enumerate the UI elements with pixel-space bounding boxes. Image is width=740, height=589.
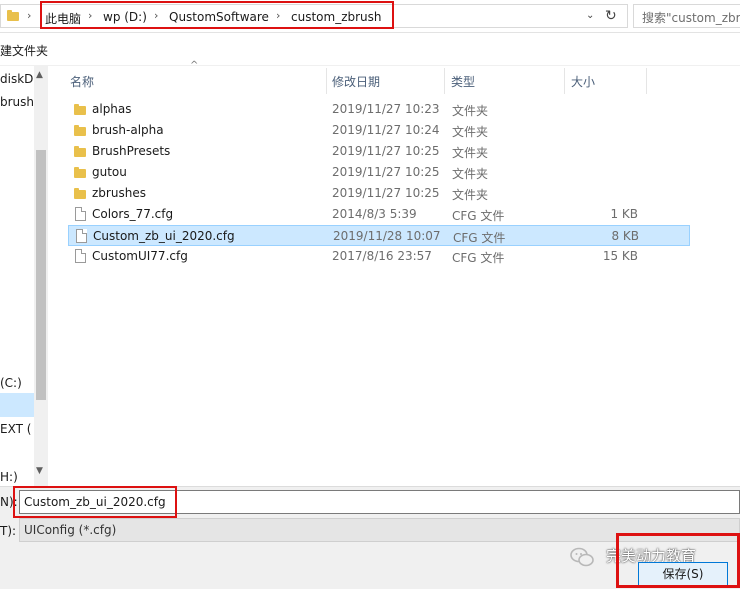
file-size: 8 KB xyxy=(611,229,639,243)
nav-scrollbar-thumb[interactable] xyxy=(36,150,46,400)
toolbar: 建文件夹 xyxy=(0,33,740,65)
folder-icon xyxy=(74,167,86,178)
folder-icon xyxy=(74,125,86,136)
file-row[interactable]: gutou 2019/11/27 10:25 文件夹 xyxy=(68,162,690,183)
file-row[interactable]: brush-alpha 2019/11/27 10:24 文件夹 xyxy=(68,120,690,141)
search-input[interactable]: 搜索"custom_zbrush" xyxy=(633,4,740,28)
filetype-label: T): xyxy=(0,524,17,538)
file-row[interactable]: CustomUI77.cfg 2017/8/16 23:57 CFG 文件 15 KB xyxy=(68,246,690,267)
folder-icon xyxy=(74,104,86,115)
file-row[interactable]: Colors_77.cfg 2014/8/3 5:39 CFG 文件 1 KB xyxy=(68,204,690,225)
file-size: 15 KB xyxy=(602,249,638,263)
column-header-size[interactable]: 大小 xyxy=(571,73,595,90)
file-type: 文件夹 xyxy=(452,167,489,181)
file-name: BrushPresets xyxy=(92,144,171,158)
file-type: 文件夹 xyxy=(452,188,489,202)
file-row[interactable]: Custom_zb_ui_2020.cfg 2019/11/28 10:07 CFG… xyxy=(68,225,690,246)
file-date: 2019/11/27 10:25 xyxy=(332,165,440,179)
sort-ascending-icon: ^ xyxy=(190,60,199,71)
navigation-pane: diskD brush (C:) EXT ( H:) xyxy=(0,66,34,486)
file-type: 文件夹 xyxy=(452,125,489,139)
column-divider[interactable] xyxy=(646,68,647,94)
file-row[interactable]: zbrushes 2019/11/27 10:25 文件夹 xyxy=(68,183,690,204)
file-icon xyxy=(75,249,86,263)
column-header-name[interactable]: 名称 xyxy=(70,73,94,90)
nav-item-diskd[interactable]: diskD xyxy=(0,72,33,86)
file-row[interactable]: alphas 2019/11/27 10:23 文件夹 xyxy=(68,99,690,120)
file-list: 名称 修改日期 类型 大小 alphas 2019/11/27 10:23 文件夹 b… xyxy=(48,66,740,486)
file-name: Custom_zb_ui_2020.cfg xyxy=(93,229,235,243)
column-header-date[interactable]: 修改日期 xyxy=(332,73,380,90)
chevron-right-icon: › xyxy=(27,9,32,22)
file-icon xyxy=(76,229,87,243)
file-date: 2019/11/27 10:23 xyxy=(332,102,440,116)
scroll-up-icon[interactable]: ▲ xyxy=(36,70,43,80)
nav-item-c-drive[interactable]: (C:) xyxy=(0,376,22,390)
chevron-down-icon[interactable]: ⌄ xyxy=(586,10,594,21)
file-date: 2019/11/27 10:25 xyxy=(332,144,440,158)
folder-icon xyxy=(74,188,86,199)
wechat-icon xyxy=(570,547,594,567)
filename-highlight-box xyxy=(13,486,177,518)
file-icon xyxy=(75,207,86,221)
file-date: 2019/11/27 10:25 xyxy=(332,186,440,200)
column-divider[interactable] xyxy=(326,68,327,94)
file-name: zbrushes xyxy=(92,186,146,200)
file-name: gutou xyxy=(92,165,127,179)
file-date: 2017/8/16 23:57 xyxy=(332,249,432,263)
file-type: CFG 文件 xyxy=(452,251,505,265)
nav-item-h-drive[interactable]: H:) xyxy=(0,470,18,484)
file-type: CFG 文件 xyxy=(452,209,505,223)
file-type: 文件夹 xyxy=(452,104,489,118)
scroll-down-icon[interactable]: ▼ xyxy=(36,466,43,476)
file-name: CustomUI77.cfg xyxy=(92,249,188,263)
file-date: 2019/11/28 10:07 xyxy=(333,229,441,243)
folder-icon xyxy=(7,10,19,21)
file-date: 2014/8/3 5:39 xyxy=(332,207,417,221)
nav-item-brush[interactable]: brush xyxy=(0,95,34,109)
nav-item-ext[interactable]: EXT ( xyxy=(0,422,31,436)
file-date: 2019/11/27 10:24 xyxy=(332,123,440,137)
file-type: CFG 文件 xyxy=(453,231,506,245)
column-divider[interactable] xyxy=(444,68,445,94)
new-folder-button[interactable]: 建文件夹 xyxy=(0,42,48,59)
nav-selection xyxy=(0,393,34,417)
column-header-type[interactable]: 类型 xyxy=(451,73,475,90)
file-row[interactable]: BrushPresets 2019/11/27 10:25 文件夹 xyxy=(68,141,690,162)
folder-icon xyxy=(74,146,86,157)
file-name: alphas xyxy=(92,102,132,116)
file-type: 文件夹 xyxy=(452,146,489,160)
save-highlight-box xyxy=(616,533,740,588)
file-name: Colors_77.cfg xyxy=(92,207,174,221)
column-divider[interactable] xyxy=(564,68,565,94)
file-size: 1 KB xyxy=(610,207,638,221)
address-highlight-box xyxy=(40,1,394,29)
file-name: brush-alpha xyxy=(92,123,164,137)
refresh-icon[interactable]: ↻ xyxy=(605,8,617,24)
